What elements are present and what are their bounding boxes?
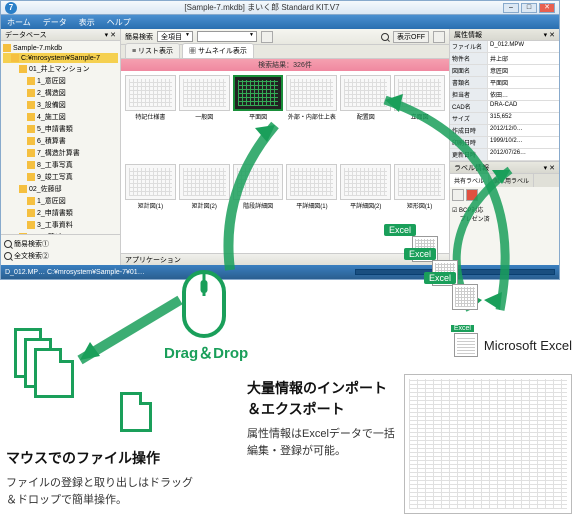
menu-help[interactable]: ヘルプ xyxy=(107,17,131,28)
window-title: [Sample-7.mkdb] まいく郎 Standard KIT.V7 xyxy=(21,2,503,13)
tree-item[interactable]: 7_構造計算書 xyxy=(3,147,118,159)
excel-tag: Excel xyxy=(384,224,416,236)
fulltext-search[interactable]: 全文検索② xyxy=(4,250,117,262)
prop-row: 更新日時2012/07/26… xyxy=(450,149,559,161)
caption-import: 大量情報のインポート＆エクスポート 属性情報はExcelデータで一括編集・登録が… xyxy=(247,378,397,459)
thumbnail[interactable]: 矩計図(1) xyxy=(125,164,176,250)
label-item[interactable]: プレゼン済 xyxy=(452,214,557,223)
sidebar-header: データベース▾ ✕ xyxy=(1,29,120,41)
right-panel: 属性情報▾ ✕ ファイル名D_012.MPW物件名井上邸図面名意匠図書類名平面図… xyxy=(449,29,559,265)
search-icon xyxy=(4,252,12,260)
tree-item[interactable]: 3_工事資料 xyxy=(3,219,118,231)
thumbnail[interactable]: 一般図 xyxy=(179,75,230,161)
file-icon xyxy=(120,392,152,432)
tree-item[interactable]: 8_工事写真 xyxy=(3,159,118,171)
app-window: 7 [Sample-7.mkdb] まいく郎 Standard KIT.V7 –… xyxy=(0,0,560,280)
props-table: ファイル名D_012.MPW物件名井上邸図面名意匠図書類名平面図担当者依田…CA… xyxy=(450,41,559,161)
prop-row: 物件名井上邸 xyxy=(450,53,559,65)
prop-row: CAD名DRA-CAD xyxy=(450,101,559,113)
thumbnail[interactable]: 平詳細図(1) xyxy=(286,164,337,250)
props-header: 属性情報▾ ✕ xyxy=(450,29,559,41)
thumbnail[interactable]: 矩計図(2) xyxy=(179,164,230,250)
tree-item[interactable]: 01_井上マンション xyxy=(3,63,118,75)
minimize-button[interactable]: – xyxy=(503,3,519,13)
thumbnail[interactable]: 平詳細図(2) xyxy=(340,164,391,250)
tree-item[interactable]: 02_佐藤邸 xyxy=(3,183,118,195)
prop-row: 図面名意匠図 xyxy=(450,65,559,77)
tree-item[interactable]: 2_構造図 xyxy=(3,87,118,99)
textoff-button[interactable]: 表示OFF xyxy=(393,31,429,43)
tree: Sample-7.mkdb C:¥mrosystem¥Sample-701_井上… xyxy=(1,41,120,234)
tree-item[interactable]: 3_設備図 xyxy=(3,99,118,111)
result-bar: 検索結果：326件 xyxy=(121,59,449,71)
titlebar: 7 [Sample-7.mkdb] まいく郎 Standard KIT.V7 –… xyxy=(1,1,559,15)
caption-mouse: マウスでのファイル操作 ファイルの登録と取り出しはドラッグ＆ドロップで簡単操作。 xyxy=(6,448,196,508)
value-dropdown[interactable] xyxy=(197,31,257,42)
tree-item[interactable]: 1_意匠図 xyxy=(3,75,118,87)
app-logo-icon: 7 xyxy=(5,2,17,14)
excel-tag: Excel xyxy=(404,248,436,260)
prop-row: 作成日時2012/12/0… xyxy=(450,125,559,137)
menu-home[interactable]: ホーム xyxy=(7,17,31,28)
prop-row: 印刷日時1999/10/2… xyxy=(450,137,559,149)
label-tab-shared[interactable]: 共有ラベル xyxy=(450,174,489,187)
search-button[interactable] xyxy=(261,31,273,43)
spreadsheet-preview xyxy=(404,374,572,514)
tree-item[interactable]: 6_積算書 xyxy=(3,135,118,147)
thumbnail[interactable]: 平面図 xyxy=(233,75,284,161)
tree-item[interactable]: 2_申請書類 xyxy=(3,207,118,219)
tab-list[interactable]: ≡ リスト表示 xyxy=(125,43,180,58)
thumbnail[interactable]: 特記仕様書 xyxy=(125,75,176,161)
label-panel: ラベル情報▾ ✕ 共有ラベル 個人用ラベル ☑ BCP対応 プレゼン済 xyxy=(450,161,559,265)
label-add-button[interactable] xyxy=(452,189,464,201)
mouse-icon xyxy=(176,270,232,348)
excel-app-icon: Excel xyxy=(454,333,478,357)
tree-item[interactable]: 5_申請書類 xyxy=(3,123,118,135)
tree-root[interactable]: Sample-7.mkdb xyxy=(3,43,118,53)
excel-file-icon xyxy=(452,284,478,310)
field-dropdown[interactable]: 全項目 xyxy=(157,31,193,42)
sidebar: データベース▾ ✕ Sample-7.mkdb C:¥mrosystem¥Sam… xyxy=(1,29,121,265)
maximize-button[interactable]: □ xyxy=(521,3,537,13)
statusbar: D_012.MP… C:¥mrosystem¥Sample-7¥01… xyxy=(1,265,559,279)
quick-search[interactable]: 簡易検索① xyxy=(4,238,117,250)
tree-item[interactable]: 1_意匠図 xyxy=(3,195,118,207)
label-item[interactable]: ☑ BCP対応 xyxy=(452,205,557,214)
menu-data[interactable]: データ xyxy=(43,17,67,28)
menu-view[interactable]: 表示 xyxy=(79,17,95,28)
prop-row: 書類名平面図 xyxy=(450,77,559,89)
drag-drop-label: Drag＆Drop xyxy=(164,342,248,363)
search-panel: 簡易検索① 全文検索② xyxy=(1,234,120,265)
label-tab-personal[interactable]: 個人用ラベル xyxy=(489,174,534,187)
search-icon xyxy=(4,240,12,248)
label-del-button[interactable] xyxy=(466,189,478,201)
tab-thumbnail[interactable]: ▦ サムネイル表示 xyxy=(182,43,254,58)
tree-item[interactable]: 4_施工図 xyxy=(3,111,118,123)
grid-button[interactable] xyxy=(433,31,445,43)
zoom-icon[interactable] xyxy=(381,33,389,41)
tree-item[interactable]: 9_竣工写真 xyxy=(3,171,118,183)
excel-tag: Excel xyxy=(424,272,456,284)
view-tabs: ≡ リスト表示 ▦ サムネイル表示 xyxy=(121,45,449,59)
menubar: ホーム データ 表示 ヘルプ xyxy=(1,15,559,29)
toolbar-label: 簡易検索 xyxy=(125,32,153,42)
prop-row: サイズ315,652 xyxy=(450,113,559,125)
close-button[interactable]: ✕ xyxy=(539,3,555,13)
tree-item[interactable]: C:¥mrosystem¥Sample-7 xyxy=(3,53,118,63)
prop-row: 担当者依田… xyxy=(450,89,559,101)
thumbnail[interactable]: 階段詳細図 xyxy=(233,164,284,250)
thumbnail[interactable]: 立面図 xyxy=(394,75,445,161)
ms-excel-label: Excel Microsoft Excel xyxy=(454,333,572,357)
thumbnail[interactable]: 配置図 xyxy=(340,75,391,161)
app-section-header[interactable]: アプリケーション xyxy=(121,253,449,265)
file-stack-icon xyxy=(14,328,84,398)
prop-row: ファイル名D_012.MPW xyxy=(450,41,559,53)
thumbnail[interactable]: 外部・内部仕上表 xyxy=(286,75,337,161)
